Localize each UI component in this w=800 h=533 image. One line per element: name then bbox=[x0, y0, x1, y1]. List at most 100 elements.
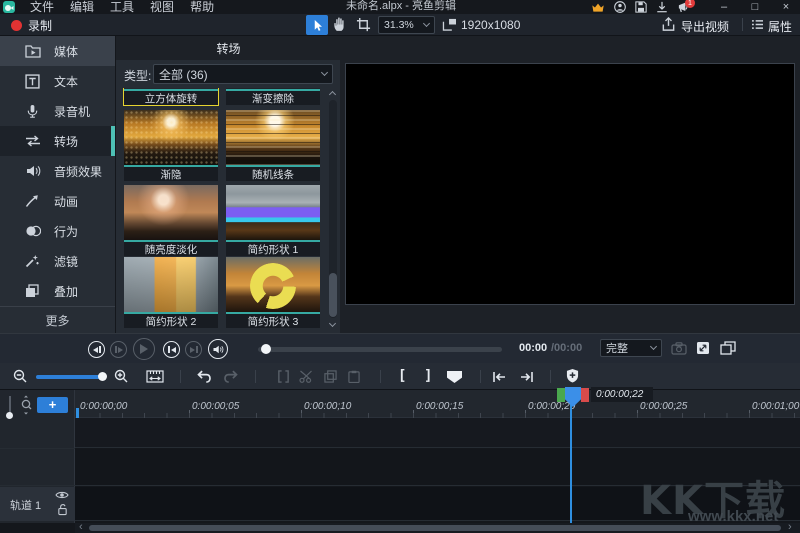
track-lock-icon[interactable] bbox=[57, 503, 68, 516]
download-icon[interactable] bbox=[656, 1, 668, 13]
volume-button[interactable] bbox=[208, 339, 228, 359]
snapshot-camera-icon[interactable] bbox=[671, 342, 687, 355]
timeline-zoom-slider-thumb[interactable] bbox=[98, 372, 107, 381]
menu-tools[interactable]: 工具 bbox=[102, 0, 142, 14]
sidebar-item-audio-effects[interactable]: 音频效果 bbox=[0, 156, 115, 186]
sidebar-item-overlay[interactable]: 叠加 bbox=[0, 276, 115, 306]
add-track-button[interactable]: + bbox=[37, 397, 68, 413]
sidebar-more-button[interactable]: 更多 bbox=[0, 306, 115, 333]
sidebar-item-media[interactable]: 媒体 bbox=[0, 36, 115, 66]
transition-item-simple-shape-2[interactable]: 简约形状 2 bbox=[124, 257, 218, 328]
copy-icon[interactable] bbox=[324, 370, 337, 383]
next-frame-button[interactable] bbox=[110, 341, 127, 358]
add-marker-shield-icon[interactable] bbox=[566, 368, 579, 383]
grid-scrollbar-thumb[interactable] bbox=[329, 273, 337, 317]
scroll-right-icon[interactable]: › bbox=[788, 521, 792, 533]
undo-button[interactable] bbox=[195, 370, 212, 383]
sidebar-item-transitions[interactable]: 转场 bbox=[0, 126, 115, 156]
total-time: /00:00 bbox=[551, 342, 582, 354]
properties-icon bbox=[751, 19, 764, 30]
play-button[interactable] bbox=[133, 338, 155, 360]
track-visibility-eye-icon[interactable] bbox=[55, 490, 69, 500]
zoom-level-select[interactable]: 31.3% bbox=[378, 16, 435, 34]
transition-item-cube-rotate[interactable]: 立方体旋转 bbox=[124, 88, 218, 105]
export-video-button[interactable]: 导出视频 bbox=[681, 18, 729, 35]
track1-header[interactable]: 轨道 1 bbox=[0, 487, 75, 521]
sidebar-item-text[interactable]: 文本 bbox=[0, 66, 115, 96]
seek-slider-track[interactable] bbox=[258, 347, 502, 352]
playhead-line[interactable] bbox=[570, 404, 572, 523]
timeline-start-marker bbox=[76, 408, 79, 418]
record-icon bbox=[11, 20, 22, 31]
crop-tool-button[interactable] bbox=[356, 17, 371, 32]
fit-timeline-icon[interactable] bbox=[146, 370, 164, 383]
type-filter-select[interactable]: 全部 (36) bbox=[153, 64, 333, 84]
split-clip-icon[interactable] bbox=[276, 370, 291, 383]
video-editor-window: 文件 编辑 工具 视图 帮助 未命名.alpx - 亮鱼剪辑 1 bbox=[0, 0, 800, 533]
playhead-in-handle[interactable] bbox=[557, 388, 565, 402]
transition-item-simple-shape-3[interactable]: 简约形状 3 bbox=[226, 257, 320, 328]
redo-button[interactable] bbox=[223, 370, 240, 383]
watermark-url: www.kkx.net bbox=[688, 508, 778, 525]
preview-canvas[interactable] bbox=[345, 63, 795, 305]
track-height-slider-thumb[interactable] bbox=[6, 412, 13, 419]
announcement-icon[interactable]: 1 bbox=[677, 1, 690, 13]
transition-thumbnail bbox=[226, 185, 320, 240]
timeline-toolbar: [ ] bbox=[0, 363, 800, 390]
properties-button[interactable]: 属性 bbox=[768, 18, 792, 35]
hand-tool-button[interactable] bbox=[332, 16, 349, 33]
sidebar-item-filters[interactable]: 滤镜 bbox=[0, 246, 115, 276]
timeline-zoom-slider-track[interactable] bbox=[36, 375, 104, 379]
magic-wand-icon bbox=[25, 254, 41, 268]
timeline-track-lane[interactable] bbox=[75, 418, 800, 448]
scroll-up-icon[interactable] bbox=[329, 91, 336, 98]
transition-item-gradient-wipe[interactable]: 渐变擦除 bbox=[226, 88, 320, 105]
playhead-out-handle[interactable] bbox=[581, 388, 589, 402]
record-button[interactable]: 录制 bbox=[28, 17, 52, 34]
media-icon bbox=[25, 44, 41, 58]
vertical-zoom-icon[interactable] bbox=[20, 395, 32, 415]
view-mode-select[interactable]: 完整 bbox=[600, 339, 662, 357]
account-icon[interactable] bbox=[614, 1, 626, 13]
maximize-button[interactable]: □ bbox=[744, 0, 766, 14]
select-tool-button[interactable] bbox=[306, 15, 328, 35]
scroll-down-icon[interactable] bbox=[329, 320, 336, 327]
close-button[interactable]: × bbox=[775, 0, 797, 14]
paste-icon[interactable] bbox=[348, 370, 360, 383]
next-marker-button[interactable] bbox=[519, 371, 534, 383]
go-to-start-button[interactable] bbox=[163, 341, 180, 358]
vip-crown-icon[interactable] bbox=[591, 2, 605, 13]
sidebar-item-animation[interactable]: 动画 bbox=[0, 186, 115, 216]
previous-frame-button[interactable] bbox=[88, 341, 105, 358]
stacked-squares-icon bbox=[25, 284, 41, 298]
transition-item-fade[interactable]: 渐隐 bbox=[124, 110, 218, 181]
marker-flag-icon[interactable] bbox=[447, 371, 462, 383]
menu-file[interactable]: 文件 bbox=[22, 0, 62, 14]
zoom-out-icon[interactable] bbox=[13, 369, 27, 383]
text-icon bbox=[25, 74, 41, 89]
minimize-button[interactable]: – bbox=[713, 0, 735, 14]
scroll-left-icon[interactable]: ‹ bbox=[79, 521, 83, 533]
mark-in-button[interactable]: [ bbox=[398, 370, 406, 383]
microphone-icon bbox=[25, 104, 41, 119]
save-icon[interactable] bbox=[635, 1, 647, 13]
menu-help[interactable]: 帮助 bbox=[182, 0, 222, 14]
menu-edit[interactable]: 编辑 bbox=[62, 0, 102, 14]
cut-scissors-icon[interactable] bbox=[299, 370, 313, 383]
detach-window-icon[interactable] bbox=[720, 341, 736, 355]
transition-item-luminance-fade[interactable]: 随亮度淡化 bbox=[124, 185, 218, 256]
seek-slider-thumb[interactable] bbox=[261, 344, 271, 354]
go-to-end-button[interactable] bbox=[185, 341, 202, 358]
sidebar-item-behavior[interactable]: 行为 bbox=[0, 216, 115, 246]
timeline-ruler[interactable]: 0:00:00;00 0:00:00;05 0:00:00;10 0:00:00… bbox=[75, 390, 800, 418]
zoom-in-icon[interactable] bbox=[114, 369, 128, 383]
mark-out-button[interactable]: ] bbox=[424, 370, 432, 383]
fullscreen-icon[interactable] bbox=[696, 341, 710, 355]
transition-item-simple-shape-1[interactable]: 简约形状 1 bbox=[226, 185, 320, 256]
toolbar-separator bbox=[742, 18, 743, 31]
sidebar-item-recorder[interactable]: 录音机 bbox=[0, 96, 115, 126]
transition-item-random-lines[interactable]: 随机线条 bbox=[226, 110, 320, 181]
menu-view[interactable]: 视图 bbox=[142, 0, 182, 14]
sidebar: 媒体 文本 录音机 转场 音频效果 动画 行为 滤镜 bbox=[0, 36, 115, 333]
previous-marker-button[interactable] bbox=[492, 371, 507, 383]
